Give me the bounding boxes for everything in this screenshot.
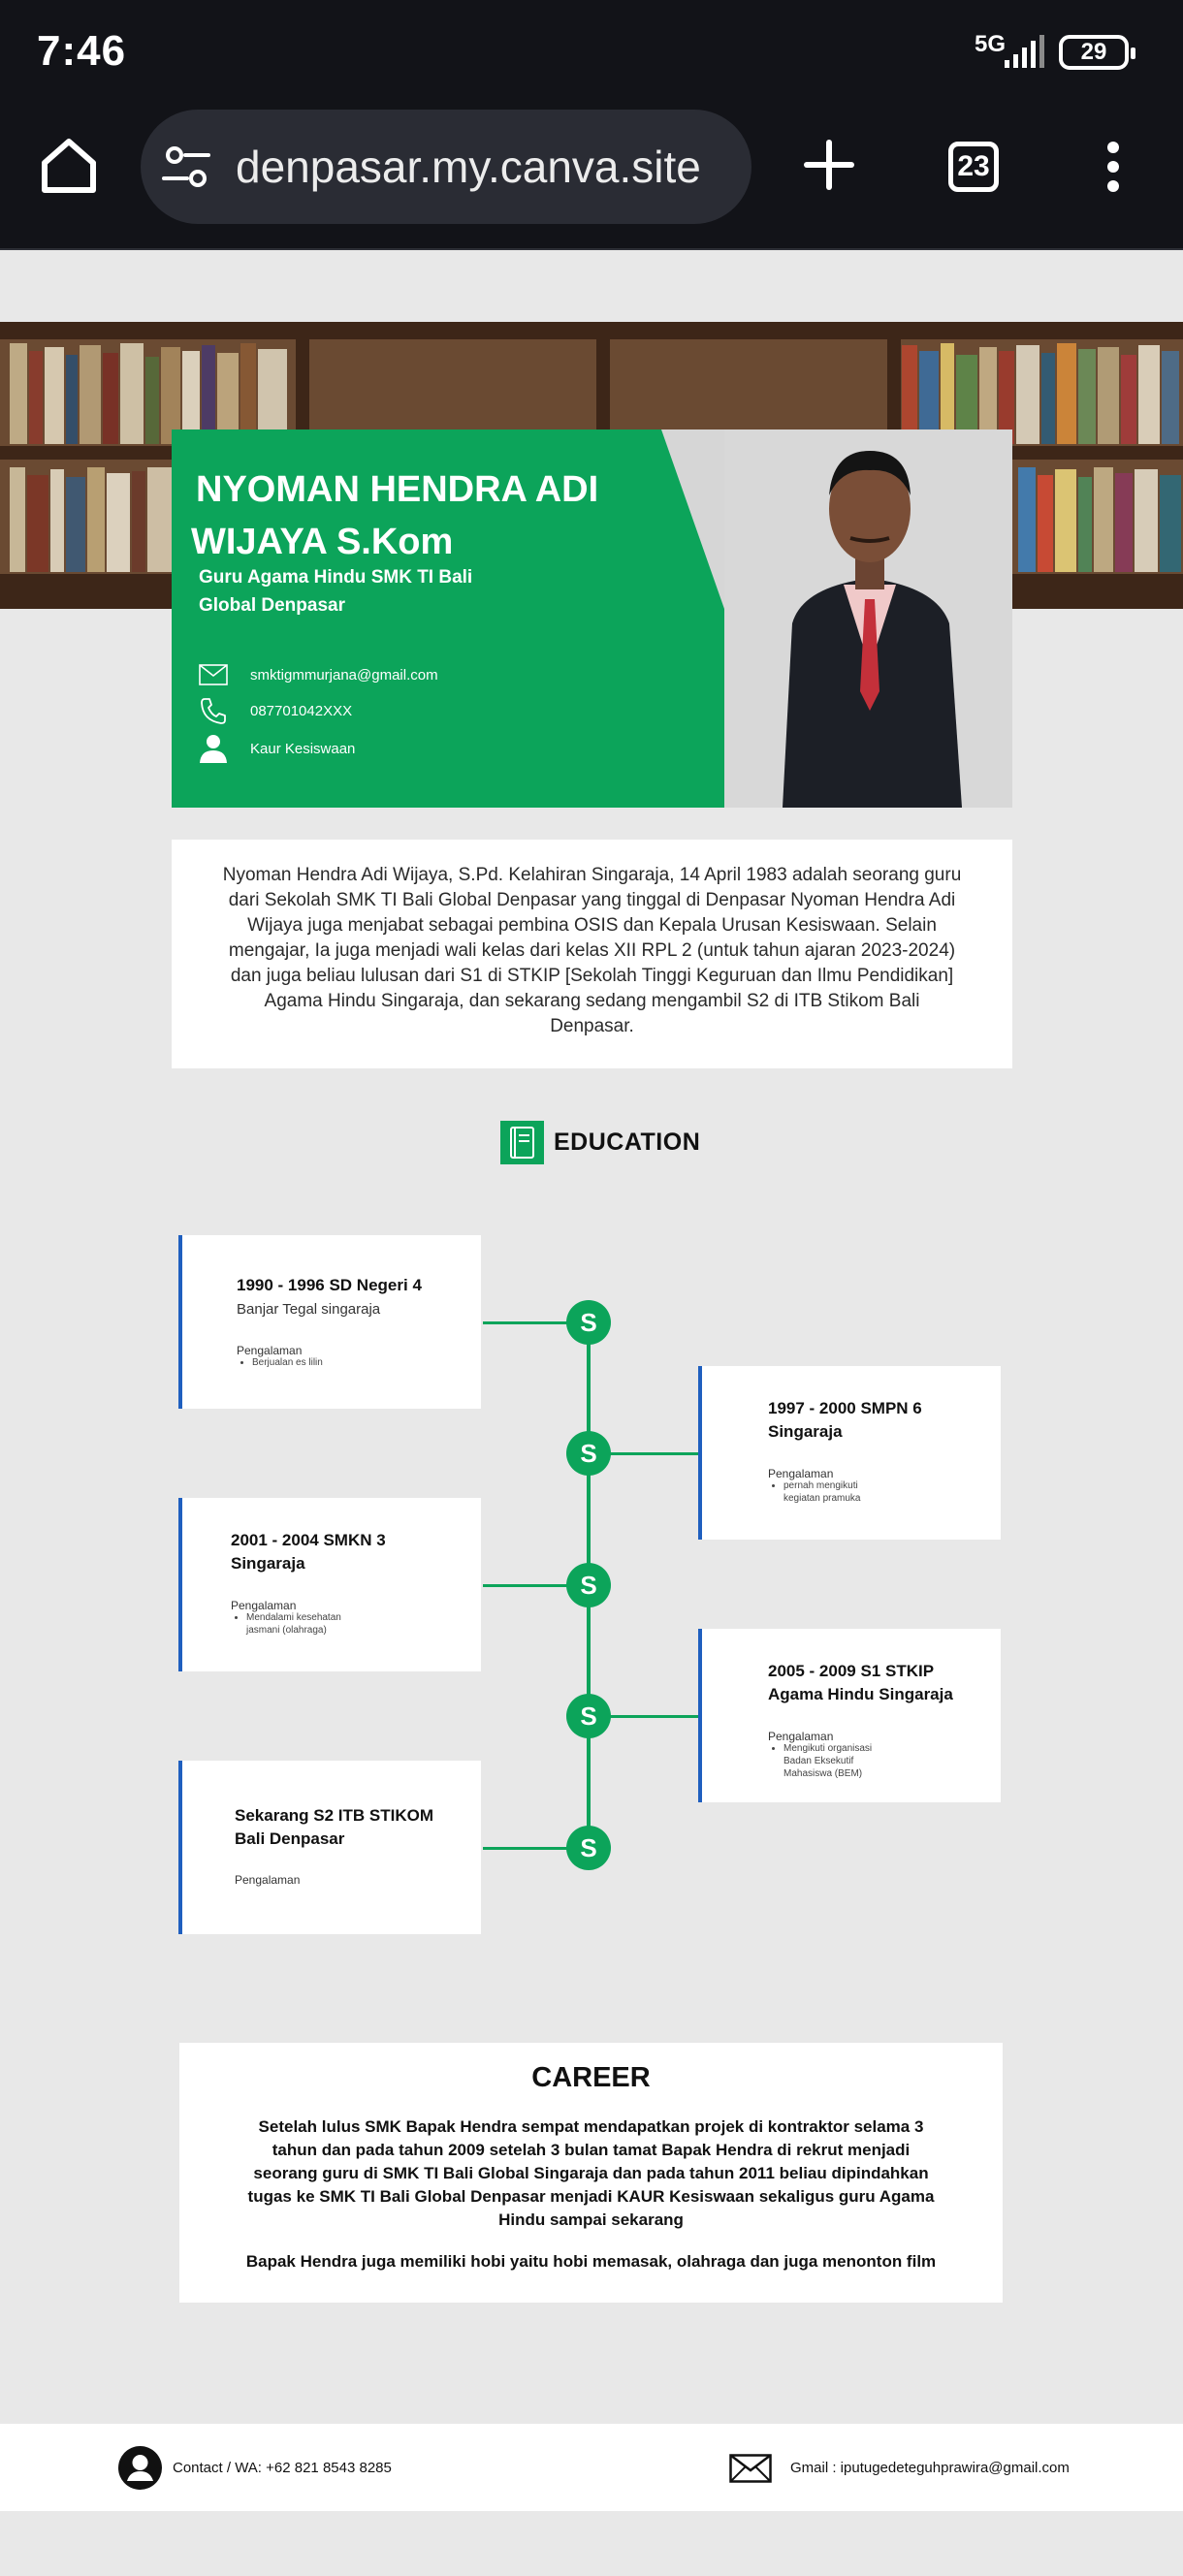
battery-level: 29 (1080, 39, 1107, 65)
tune-icon[interactable] (162, 144, 210, 189)
education-card-label: Pengalaman (768, 1467, 834, 1480)
browser-chrome: 7:46 5G 29 denpasar.my.canva.site 23 (0, 0, 1183, 250)
education-card: 1997 - 2000 SMPN 6 Singaraja Pengalaman … (698, 1366, 1001, 1540)
education-card: 1990 - 1996 SD Negeri 4 Banjar Tegal sin… (178, 1235, 481, 1409)
user-avatar-icon (118, 2446, 162, 2490)
education-card-title: Sekarang S2 ITB STIKOM Bali Denpasar (235, 1806, 433, 1848)
timeline-node: S (566, 1563, 611, 1607)
more-vert-icon[interactable] (1103, 140, 1123, 194)
education-heading: EDUCATION (500, 1120, 700, 1164)
contact-phone: 087701042XXX (250, 702, 353, 719)
address-bar[interactable]: denpasar.my.canva.site (141, 110, 751, 224)
person-icon (200, 735, 227, 763)
education-card-list: Mengikuti organisasi Badan Eksekutif Mah… (772, 1742, 888, 1780)
career-text: Setelah lulus SMK Bapak Hendra sempat me… (247, 2117, 935, 2229)
phone-icon (201, 698, 226, 724)
bio-text: Nyoman Hendra Adi Wijaya, S.Pd. Kelahira… (222, 865, 962, 1036)
url-text[interactable]: denpasar.my.canva.site (236, 141, 701, 193)
list-item: Mendalami kesehatan jasmani (olahraga) (246, 1611, 370, 1637)
contact-email-row: smktigmmurjana@gmail.com (196, 660, 438, 689)
education-card-list: Mendalami kesehatan jasmani (olahraga) (235, 1611, 370, 1637)
profile-name: NYOMAN HENDRA ADI WIJAYA S.Kom (191, 463, 671, 568)
timeline-node: S (566, 1431, 611, 1476)
profile-card: NYOMAN HENDRA ADI WIJAYA S.Kom Guru Agam… (172, 429, 1012, 808)
battery-icon: 29 (1059, 35, 1135, 70)
footer-gmail[interactable]: Gmail : iputugedeteguhprawira@gmail.com (790, 2460, 1070, 2476)
contact-email: smktigmmurjana@gmail.com (250, 666, 438, 684)
profile-role: Guru Agama Hindu SMK TI Bali Global Denp… (199, 563, 519, 620)
education-card-label: Pengalaman (235, 1873, 301, 1887)
signal-icon (1005, 35, 1044, 68)
timeline-node: S (566, 1300, 611, 1345)
contact-position-row: Kaur Kesiswaan (196, 734, 355, 763)
profile-role-line2: Global Denpasar (199, 595, 345, 616)
chrome-divider (0, 248, 1183, 250)
footer: Contact / WA: +62 821 8543 8285 Gmail : … (0, 2424, 1183, 2511)
education-card-list: Berjualan es lilin (240, 1356, 454, 1369)
contact-position: Kaur Kesiswaan (250, 740, 356, 757)
career-section: CAREER Setelah lulus SMK Bapak Hendra se… (179, 2043, 1003, 2303)
bio-section: Nyoman Hendra Adi Wijaya, S.Pd. Kelahira… (172, 840, 1012, 1068)
education-card-label: Pengalaman (768, 1730, 834, 1743)
timeline-node: S (566, 1826, 611, 1870)
education-card-title: 2001 - 2004 SMKN 3 Singaraja (231, 1531, 386, 1573)
list-item: Mengikuti organisasi Badan Eksekutif Mah… (783, 1742, 888, 1780)
status-time: 7:46 (37, 27, 127, 75)
education-card-title: 1997 - 2000 SMPN 6 Singaraja (768, 1399, 922, 1441)
timeline-node: S (566, 1694, 611, 1738)
career-hobby-text: Bapak Hendra juga memiliki hobi yaitu ho… (245, 2252, 937, 2271)
profile-photo (724, 429, 1012, 808)
education-title: EDUCATION (554, 1128, 701, 1156)
education-card: 2001 - 2004 SMKN 3 Singaraja Pengalaman … (178, 1498, 481, 1671)
education-card-label: Pengalaman (231, 1599, 297, 1612)
footer-contact[interactable]: Contact / WA: +62 821 8543 8285 (173, 2460, 392, 2476)
profile-name-line1: NYOMAN HENDRA ADI (196, 469, 599, 510)
profile-name-line2: WIJAYA S.Kom (191, 522, 454, 562)
tab-count: 23 (957, 150, 990, 182)
mail-icon (729, 2454, 772, 2483)
education-card-list: pernah mengikuti kegiatan pramuka (772, 1479, 888, 1505)
book-icon (500, 1120, 544, 1164)
education-card-label: Pengalaman (237, 1344, 303, 1357)
list-item: pernah mengikuti kegiatan pramuka (783, 1479, 888, 1505)
career-title: CAREER (531, 2062, 651, 2093)
education-card-title: 2005 - 2009 S1 STKIP Agama Hindu Singara… (768, 1662, 953, 1703)
profile-role-line1: Guru Agama Hindu SMK TI Bali (199, 567, 473, 588)
education-card: 2005 - 2009 S1 STKIP Agama Hindu Singara… (698, 1629, 1001, 1802)
envelope-icon (199, 664, 228, 685)
new-tab-icon[interactable] (803, 139, 855, 191)
list-item: Berjualan es lilin (252, 1356, 454, 1369)
education-card-subtitle: Banjar Tegal singaraja (237, 1301, 381, 1318)
education-card-title: 1990 - 1996 SD Negeri 4 (237, 1276, 422, 1294)
contact-phone-row: 087701042XXX (196, 696, 352, 725)
home-icon[interactable] (39, 136, 99, 196)
tab-switcher-button[interactable]: 23 (948, 142, 999, 192)
education-card: Sekarang S2 ITB STIKOM Bali Denpasar Pen… (178, 1761, 481, 1934)
